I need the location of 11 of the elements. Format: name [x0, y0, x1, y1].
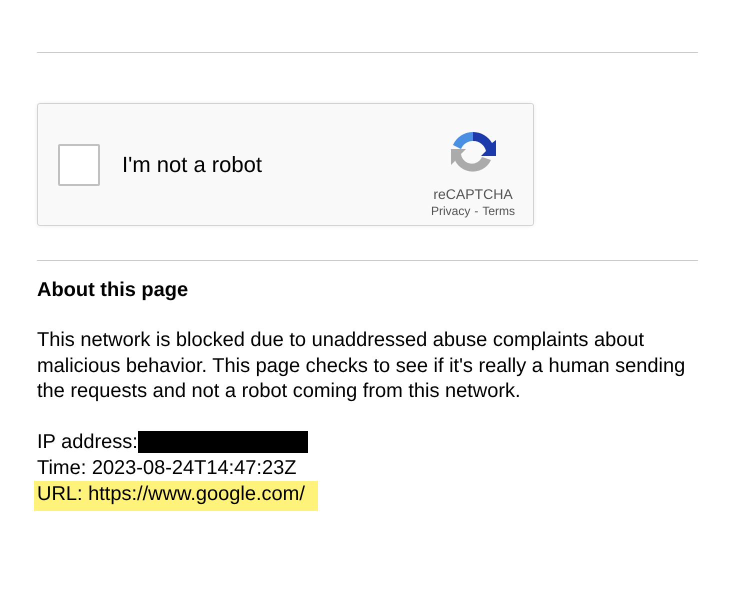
detail-text: URL: https://www.google.com/	[34, 480, 318, 510]
detail-text: IP address:	[37, 430, 138, 454]
robot-checkbox[interactable]	[58, 144, 100, 186]
detail-text: Time: 2023-08-24T14:47:23Z	[37, 456, 296, 480]
link-separator: -	[474, 204, 478, 218]
explanation-paragraph: This network is blocked due to unaddressed abuse complaints about malicious behavior. This page checks to see if it's really a human sending the requests and not a robot coming from this network.	[37, 328, 686, 404]
terms-link[interactable]: Terms	[482, 204, 515, 218]
section-heading: About this page	[37, 279, 190, 302]
brand-text: reCAPTCHA	[433, 186, 513, 202]
privacy-link[interactable]: Privacy	[430, 204, 470, 218]
checkbox-label: I'm not a robot	[122, 152, 263, 178]
